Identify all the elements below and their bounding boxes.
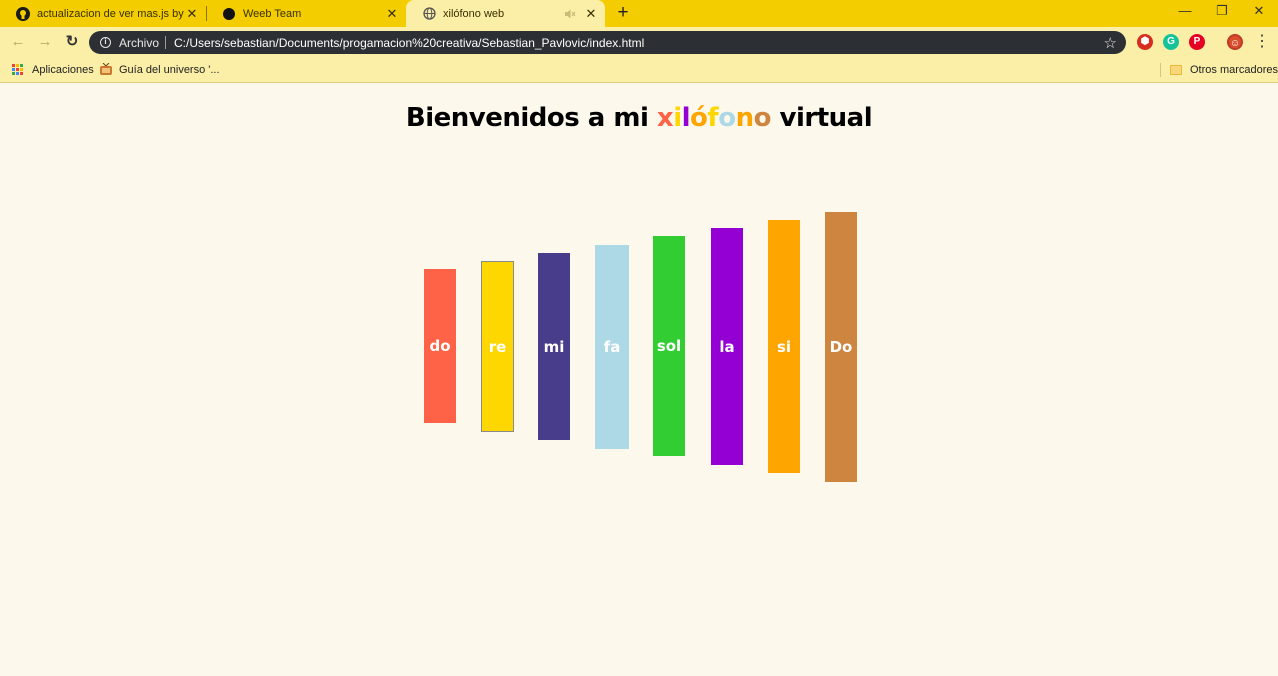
info-icon[interactable]: i	[100, 37, 111, 48]
tab-strip: actualizacion de ver mas.js by sebastian…	[0, 0, 1278, 27]
close-tab-icon[interactable]: ✕	[583, 6, 599, 22]
apps-label: Aplicaciones	[32, 63, 94, 76]
close-tab-icon[interactable]: ✕	[384, 6, 400, 22]
key-label: re	[488, 337, 507, 356]
new-tab-button[interactable]: +	[613, 3, 633, 23]
key-label: si	[776, 337, 792, 356]
xylophone-key-sol[interactable]: sol	[653, 236, 685, 456]
bookmarks-bar: Aplicaciones Guía del universo '... Otro…	[0, 57, 1278, 83]
title-letter: f	[707, 103, 719, 133]
speaker-muted-icon[interactable]	[565, 9, 579, 19]
ublock-icon[interactable]: ⬢	[1137, 34, 1153, 50]
tab-title: actualizacion de ver mas.js by sebastian	[37, 7, 184, 20]
other-bookmarks-folder[interactable]: Otros marcadores	[1170, 57, 1278, 82]
menu-icon[interactable]: ⋮	[1252, 32, 1272, 52]
xylophone-key-mi[interactable]: mi	[538, 253, 570, 440]
bookmark-guia-universo[interactable]: Guía del universo '...	[99, 57, 220, 82]
reload-button[interactable]: ↻	[62, 32, 82, 52]
profile-avatar-icon[interactable]: ☺	[1227, 34, 1243, 50]
title-prefix: Bienvenidos a mi	[405, 103, 657, 133]
page-content: Bienvenidos a mi xilófono virtual do re …	[0, 84, 1278, 676]
bookmark-label: Guía del universo '...	[119, 63, 220, 76]
xylophone-key-si[interactable]: si	[768, 220, 800, 473]
key-label: fa	[603, 338, 621, 356]
tab-github[interactable]: actualizacion de ver mas.js by sebastian…	[0, 0, 206, 27]
address-divider	[165, 36, 167, 49]
title-letter: o	[753, 103, 772, 133]
tv-icon	[99, 63, 113, 76]
title-letter: ó	[690, 103, 708, 133]
apps-grid-icon	[12, 63, 24, 76]
tab-title: xilófono web	[443, 7, 505, 20]
title-letter: l	[681, 103, 691, 133]
tab-title: Weeb Team	[243, 7, 302, 20]
tab-xilofono-active[interactable]: xilófono web ✕	[406, 0, 605, 27]
github-icon	[16, 6, 30, 21]
title-colored-word: xilófono	[656, 103, 772, 133]
key-label: do	[429, 337, 451, 355]
key-label: Do	[829, 338, 853, 356]
back-button[interactable]: ←	[8, 32, 28, 52]
xylophone-key-la[interactable]: la	[711, 228, 743, 465]
tab-weeb-team[interactable]: Weeb Team ✕	[206, 0, 406, 27]
apps-bookmark[interactable]: Aplicaciones	[12, 57, 94, 82]
title-letter: i	[673, 103, 682, 133]
maximize-button[interactable]: ❐	[1203, 0, 1241, 24]
xylophone-key-do[interactable]: do	[424, 269, 456, 423]
bookmark-divider	[1160, 63, 1161, 77]
page-title: Bienvenidos a mi xilófono virtual	[0, 103, 1278, 133]
circle-dot-icon	[222, 7, 236, 21]
bookmark-star-icon[interactable]: ☆	[1104, 34, 1117, 52]
xylophone-key-re[interactable]: re	[481, 261, 514, 432]
title-letter: o	[718, 103, 736, 133]
pinterest-icon[interactable]: P	[1189, 34, 1205, 50]
xylophone-key-fa[interactable]: fa	[595, 245, 629, 449]
address-bar[interactable]: i Archivo C:/Users/sebastian/Documents/p…	[89, 31, 1126, 54]
site-info-label[interactable]: Archivo	[119, 36, 159, 50]
xylophone-key-do-high[interactable]: Do	[825, 212, 857, 482]
other-bookmarks-label: Otros marcadores	[1190, 63, 1278, 76]
forward-button[interactable]: →	[35, 32, 55, 52]
key-label: la	[719, 337, 735, 356]
close-tab-icon[interactable]: ✕	[184, 6, 200, 22]
title-letter: x	[656, 103, 674, 133]
key-label: mi	[543, 337, 565, 356]
title-suffix: virtual	[770, 103, 873, 133]
browser-toolbar: ← → ↻ i Archivo C:/Users/sebastian/Docum…	[0, 27, 1278, 57]
globe-icon	[422, 7, 436, 21]
close-window-button[interactable]: ✕	[1240, 0, 1278, 24]
key-label: sol	[656, 337, 682, 355]
grammarly-icon[interactable]: G	[1163, 34, 1179, 50]
minimize-button[interactable]: —	[1166, 0, 1204, 24]
url-text[interactable]: C:/Users/sebastian/Documents/progamacion…	[174, 36, 1104, 50]
title-letter: n	[735, 103, 755, 133]
folder-icon	[1170, 64, 1182, 75]
